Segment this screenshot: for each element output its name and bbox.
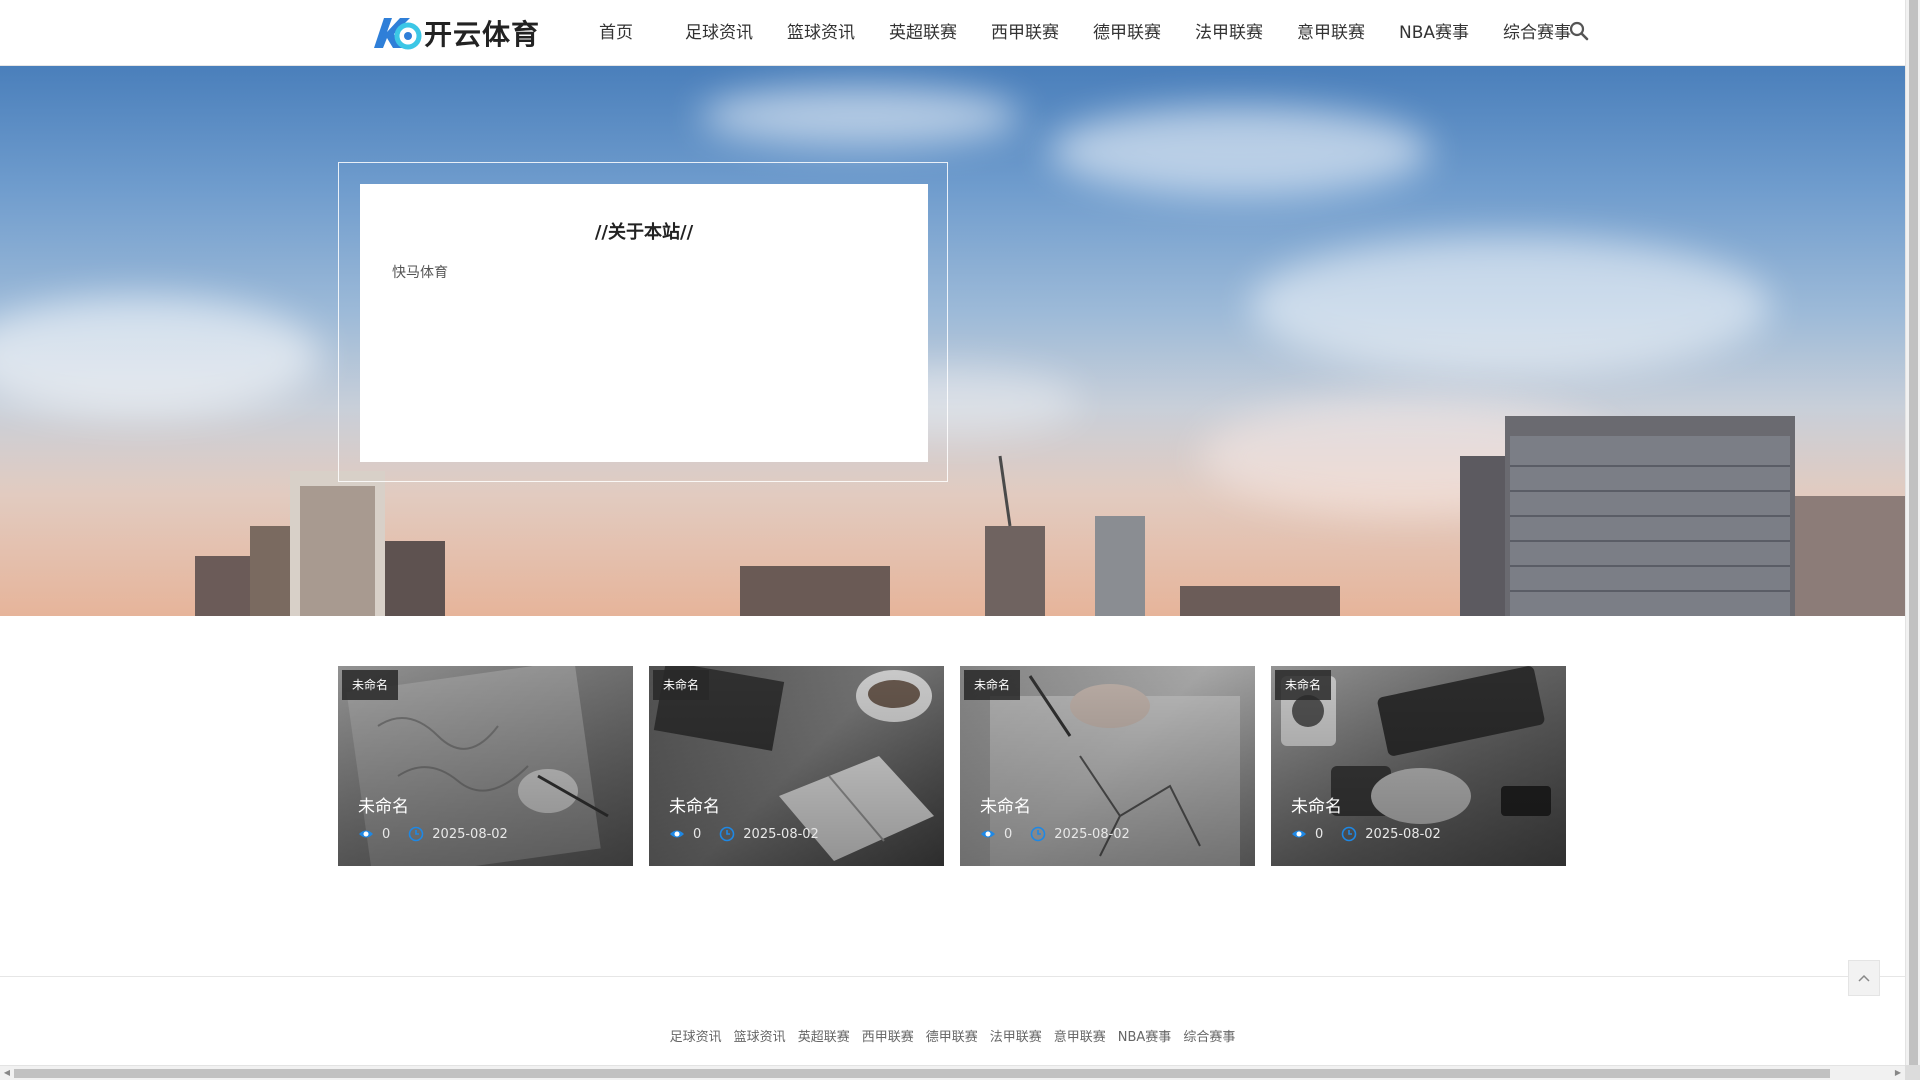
card-title[interactable]: 未命名: [358, 792, 409, 817]
footer-link-multi-sport[interactable]: 综合赛事: [1183, 1026, 1235, 1045]
nav-item-basketball[interactable]: 篮球资讯: [770, 0, 872, 66]
card-title[interactable]: 未命名: [980, 792, 1031, 817]
card-title[interactable]: 未命名: [1291, 792, 1342, 817]
site-logo[interactable]: 开云体育: [370, 14, 540, 52]
card-date: 2025-08-02: [1054, 826, 1130, 842]
nav-item-serie-a[interactable]: 意甲联赛: [1280, 0, 1382, 66]
back-to-top-button[interactable]: [1848, 960, 1880, 996]
scroll-left-icon[interactable]: ◀: [0, 1066, 14, 1080]
card-views: 0: [1315, 826, 1324, 842]
logo-icon: [374, 18, 422, 50]
card-date: 2025-08-02: [1365, 826, 1441, 842]
card-views: 0: [693, 826, 702, 842]
card-date: 2025-08-02: [743, 826, 819, 842]
card-category-tag[interactable]: 未命名: [1275, 670, 1332, 700]
footer-link-serie-a[interactable]: 意甲联赛: [1054, 1026, 1106, 1045]
eye-icon: [359, 830, 373, 838]
card-category-tag[interactable]: 未命名: [653, 670, 710, 700]
scrollbar-corner: [1905, 1065, 1920, 1080]
eye-icon: [1292, 830, 1306, 838]
nav-item-ligue-1[interactable]: 法甲联赛: [1178, 0, 1280, 66]
nav-item-premier-league[interactable]: 英超联赛: [872, 0, 974, 66]
city-skyline-image: [195, 416, 1905, 616]
card-meta: 0 2025-08-02: [669, 826, 819, 842]
card-views: 0: [1004, 826, 1013, 842]
logo-text: 开云体育: [424, 18, 541, 51]
card-category-tag[interactable]: 未命名: [342, 670, 399, 700]
footer-divider: [0, 976, 1905, 977]
card-title[interactable]: 未命名: [669, 792, 720, 817]
footer-link-premier-league[interactable]: 英超联赛: [798, 1026, 850, 1045]
clock-icon: [719, 826, 735, 842]
footer-link-nba[interactable]: NBA赛事: [1118, 1026, 1172, 1045]
post-card[interactable]: 未命名 未命名 0 2025-08-02: [649, 666, 944, 866]
footer-link-basketball[interactable]: 篮球资讯: [734, 1026, 786, 1045]
nav-item-bundesliga[interactable]: 德甲联赛: [1076, 0, 1178, 66]
card-meta: 0 2025-08-02: [1291, 826, 1441, 842]
card-category-tag[interactable]: 未命名: [964, 670, 1021, 700]
post-card[interactable]: 未命名 未命名 0 2025-08-02: [1271, 666, 1566, 866]
footer-link-bundesliga[interactable]: 德甲联赛: [926, 1026, 978, 1045]
main-nav: 首页 足球资讯 篮球资讯 英超联赛 西甲联赛 德甲联赛 法甲联赛 意甲联赛 NB…: [570, 0, 1588, 66]
eye-icon: [670, 830, 684, 838]
clock-icon: [408, 826, 424, 842]
hero-banner: //关于本站// 快马体育: [0, 66, 1905, 616]
card-date: 2025-08-02: [432, 826, 508, 842]
footer-link-la-liga[interactable]: 西甲联赛: [862, 1026, 914, 1045]
clock-icon: [1341, 826, 1357, 842]
nav-item-la-liga[interactable]: 西甲联赛: [974, 0, 1076, 66]
vertical-scrollbar-thumb[interactable]: [1909, 0, 1918, 1065]
clock-icon: [1030, 826, 1046, 842]
about-title: //关于本站//: [594, 222, 694, 243]
nav-item-nba[interactable]: NBA赛事: [1382, 0, 1486, 66]
chevron-up-icon: [1858, 974, 1870, 982]
card-meta: 0 2025-08-02: [358, 826, 508, 842]
card-meta: 0 2025-08-02: [980, 826, 1130, 842]
post-cards: 未命名 未命名 0 2025-08-02 未命名 未命名 0 2025-08-0…: [338, 666, 1566, 866]
vertical-scrollbar[interactable]: [1905, 0, 1920, 1065]
scroll-right-icon[interactable]: ▶: [1891, 1066, 1905, 1080]
card-views: 0: [382, 826, 391, 842]
search-icon[interactable]: [1568, 20, 1590, 42]
horizontal-scrollbar-thumb[interactable]: [14, 1069, 1830, 1078]
about-box: //关于本站// 快马体育: [360, 184, 928, 462]
footer-link-football[interactable]: 足球资讯: [670, 1026, 722, 1045]
footer-link-ligue-1[interactable]: 法甲联赛: [990, 1026, 1042, 1045]
nav-item-home[interactable]: 首页: [570, 0, 668, 66]
about-frame: //关于本站// 快马体育: [338, 162, 948, 482]
nav-item-football[interactable]: 足球资讯: [668, 0, 770, 66]
footer-nav: 足球资讯 篮球资讯 英超联赛 西甲联赛 德甲联赛 法甲联赛 意甲联赛 NBA赛事…: [0, 1026, 1905, 1045]
about-text: 快马体育: [392, 265, 448, 281]
post-card[interactable]: 未命名 未命名 0 2025-08-02: [338, 666, 633, 866]
eye-icon: [981, 830, 995, 838]
post-card[interactable]: 未命名 未命名 0 2025-08-02: [960, 666, 1255, 866]
site-header: 开云体育 首页 足球资讯 篮球资讯 英超联赛 西甲联赛 德甲联赛 法甲联赛 意甲…: [0, 0, 1905, 66]
horizontal-scrollbar[interactable]: ◀ ▶: [0, 1065, 1905, 1080]
